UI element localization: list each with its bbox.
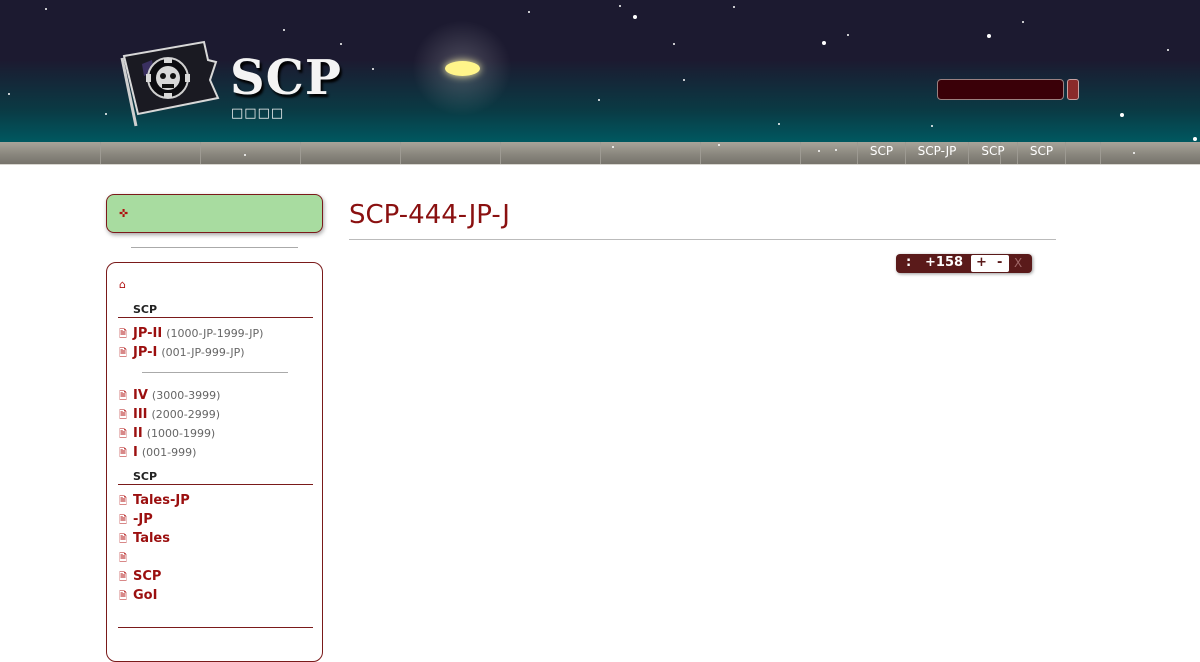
sidebar-item-label[interactable]: JP-II [133,326,162,341]
sidebar-item-range: (001-999) [141,446,197,459]
star [8,93,10,95]
star [733,6,735,8]
star [45,8,47,10]
site-logo-subtitle: □□□□ [231,106,285,121]
star [673,43,675,45]
search-button[interactable] [1067,79,1079,100]
star [598,99,600,101]
star [372,68,374,70]
star [1167,49,1169,51]
upvote-button[interactable]: + [976,255,987,270]
star [340,43,342,45]
star [1120,113,1124,117]
top-nav-bar: SCP SCP-JP SCP SCP [0,142,1200,165]
sidebar-divider [131,247,298,248]
sidebar-item-label[interactable]: -JP [133,512,153,527]
star [283,29,285,31]
star [528,11,530,13]
sidebar-item-ii[interactable]: 🗎 II (1000-1999) [119,423,215,441]
search-input[interactable] [937,79,1064,100]
sidebar-item-scp[interactable]: 🗎 SCP [119,566,161,584]
moon [445,61,480,76]
sidebar-item-goi[interactable]: 🗎 GoI [119,585,157,603]
sidebar-item-jp-ii[interactable]: 🗎 JP-II (1000-JP-1999-JP) [119,323,263,341]
nav-item-scp[interactable]: SCP [857,142,905,164]
page-title: SCP-444-JP-J [349,200,510,230]
document-icon: 🗎 [119,448,128,459]
star [105,113,107,115]
sidebar-item-label[interactable]: SCP [133,569,161,584]
star [1022,21,1024,23]
plus-cross-icon: ✜ [119,207,129,220]
sidebar-item-i[interactable]: 🗎 I (001-999) [119,442,196,460]
sidebar-item-label[interactable]: Tales [133,531,170,546]
sidebar-item-jp[interactable]: 🗎 -JP [119,509,153,527]
sidebar-item-label[interactable]: I [133,445,138,460]
star [633,15,637,19]
sidebar-section-rule [118,317,313,318]
rating-label: : [906,255,912,270]
downvote-button[interactable]: - [997,255,1002,270]
sidebar-item-label[interactable]: III [133,407,148,422]
site-header: SCP □□□□ [0,0,1200,142]
scp-flag-logo-icon [120,40,220,127]
sidebar-item-range: (1000-1999) [146,427,216,440]
home-icon[interactable]: ⌂ [119,278,126,291]
sidebar-item-label[interactable]: IV [133,388,148,403]
sidebar-item-iii[interactable]: 🗎 III (2000-2999) [119,404,220,422]
title-rule [349,239,1056,240]
sidebar-item-tales-jp[interactable]: 🗎 Tales-JP [119,490,190,508]
star [847,34,849,36]
star [683,79,685,81]
sidebar-item-label[interactable]: JP-I [133,345,157,360]
sidebar-item-range: (001-JP-999-JP) [161,346,245,359]
nav-item-scp-jp[interactable]: SCP-JP [905,142,968,164]
document-icon: 🗎 [119,348,128,359]
star [1193,137,1197,141]
nav-item-scp-3[interactable]: SCP [1017,142,1066,164]
sidebar-item-blank[interactable]: 🗎 [119,547,133,565]
rating-module: : +158 + - X [896,254,1032,273]
sidebar-item-range: (1000-JP-1999-JP) [166,327,264,340]
sidebar-item-jp-i[interactable]: 🗎 JP-I (001-JP-999-JP) [119,342,245,360]
sidebar-item-label[interactable]: Tales-JP [133,493,190,508]
sidebar-section-heading: SCP [133,470,158,483]
star [931,125,933,127]
star [619,5,621,7]
sidebar-item-range: (2000-2999) [151,408,221,421]
document-icon: 🗎 [119,591,128,602]
sidebar-item-label[interactable]: II [133,426,143,441]
sidebar-section-rule [118,627,313,628]
sidebar-item-label[interactable]: GoI [133,588,157,603]
sidebar-section-heading: SCP [133,303,158,316]
star [987,34,991,38]
sidebar-section-rule [118,484,313,485]
site-logo-text[interactable]: SCP [230,50,342,106]
sidebar-item-iv[interactable]: 🗎 IV (3000-3999) [119,385,220,403]
sidebar-item-tales[interactable]: 🗎 Tales [119,528,170,546]
sidebar-inner-divider [142,372,288,373]
rating-value: +158 [925,255,964,270]
sidebar-item-range: (3000-3999) [151,389,221,402]
nav-item-scp-2[interactable]: SCP [968,142,1017,164]
star [778,123,780,125]
star [822,41,826,45]
sidebar-top-box[interactable]: ✜ [106,194,323,233]
cancel-vote-button[interactable]: X [1014,256,1022,270]
sidebar-menu: ⌂ SCP 🗎 JP-II (1000-JP-1999-JP) 🗎 JP-I (001-… [106,262,323,662]
